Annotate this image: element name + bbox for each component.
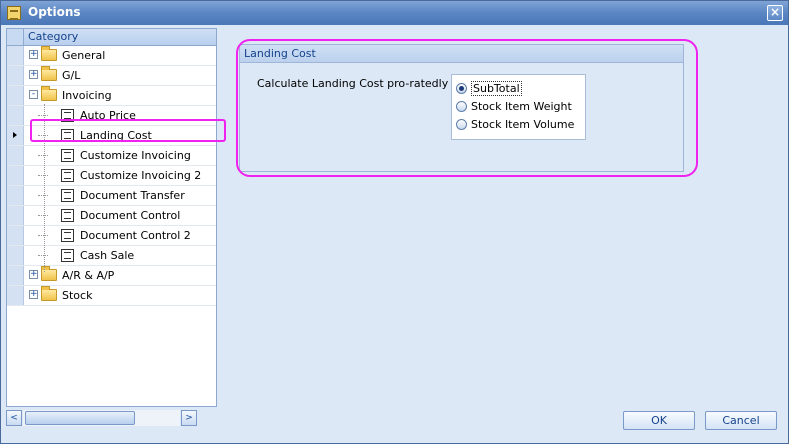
folder-icon xyxy=(41,286,57,301)
ok-button[interactable]: OK xyxy=(623,411,695,430)
row-indicator[interactable] xyxy=(7,106,24,125)
scroll-left-icon[interactable]: < xyxy=(6,410,22,426)
annotation-highlight-group xyxy=(236,39,698,177)
row-indicator[interactable] xyxy=(7,46,24,65)
category-header-label: Category xyxy=(28,30,79,43)
close-icon[interactable]: × xyxy=(767,5,783,21)
page-icon xyxy=(61,189,74,202)
row-indicator[interactable] xyxy=(7,226,24,245)
tree-item-label[interactable]: Invoicing xyxy=(62,89,112,102)
page-icon xyxy=(61,149,74,162)
tree-item-label[interactable]: A/R & A/P xyxy=(62,269,114,282)
tree-item[interactable]: + G/L xyxy=(7,66,216,86)
tree-item[interactable]: + Stock xyxy=(7,286,216,306)
annotation-highlight-tree-item xyxy=(30,119,226,142)
tree-item-label[interactable]: Document Control 2 xyxy=(80,229,191,242)
tree-item-label[interactable]: Document Control xyxy=(80,209,180,222)
category-tree: Category + General + G/L - Invoicing Auto Pric… xyxy=(6,28,217,407)
expand-icon[interactable]: + xyxy=(29,50,38,59)
row-indicator[interactable] xyxy=(7,126,24,145)
row-indicator[interactable] xyxy=(7,186,24,205)
row-indicator[interactable] xyxy=(7,286,24,305)
collapse-icon[interactable]: - xyxy=(29,90,38,99)
tree-item[interactable]: Document Control xyxy=(7,206,216,226)
tree-item-label[interactable]: Document Transfer xyxy=(80,189,185,202)
expand-icon[interactable]: + xyxy=(29,70,38,79)
tree-connector xyxy=(38,155,48,156)
tree-item[interactable]: Cash Sale xyxy=(7,246,216,266)
options-app-icon xyxy=(7,6,21,20)
row-indicator[interactable] xyxy=(7,66,24,85)
tree-item-label[interactable]: G/L xyxy=(62,69,80,82)
tree-item-label[interactable]: Stock xyxy=(62,289,92,302)
page-icon xyxy=(61,169,74,182)
row-indicator[interactable] xyxy=(7,166,24,185)
tree-connector xyxy=(38,255,48,256)
tree-item-label[interactable]: Customize Invoicing 2 xyxy=(80,169,201,182)
page-icon xyxy=(61,209,74,222)
row-indicator[interactable] xyxy=(7,86,24,105)
cancel-button[interactable]: Cancel xyxy=(705,411,777,430)
row-indicator[interactable] xyxy=(7,266,24,285)
category-rows: + General + G/L - Invoicing Auto Price Landing … xyxy=(7,46,216,306)
row-indicator[interactable] xyxy=(7,146,24,165)
options-dialog: Options × Category + General + G/L - Invoicin… xyxy=(0,0,789,444)
tree-connector xyxy=(38,175,48,176)
expand-icon[interactable]: + xyxy=(29,270,38,279)
folder-icon xyxy=(41,66,57,81)
tree-item[interactable]: Customize Invoicing 2 xyxy=(7,166,216,186)
page-icon xyxy=(61,229,74,242)
tree-connector xyxy=(38,215,48,216)
tree-item[interactable]: - Invoicing xyxy=(7,86,216,106)
scroll-thumb[interactable] xyxy=(25,411,135,425)
tree-item[interactable]: Document Control 2 xyxy=(7,226,216,246)
tree-connector xyxy=(38,195,48,196)
row-indicator[interactable] xyxy=(7,246,24,265)
tree-item-label[interactable]: Customize Invoicing xyxy=(80,149,191,162)
tree-item-label[interactable]: General xyxy=(62,49,105,62)
horizontal-scrollbar[interactable]: < > xyxy=(6,410,197,427)
tree-connector xyxy=(38,115,48,116)
tree-connector xyxy=(38,235,48,236)
title-bar: Options × xyxy=(1,1,788,25)
scroll-right-icon[interactable]: > xyxy=(181,410,197,426)
expand-icon[interactable]: + xyxy=(29,290,38,299)
tree-item[interactable]: Document Transfer xyxy=(7,186,216,206)
tree-item[interactable]: Customize Invoicing xyxy=(7,146,216,166)
tree-item[interactable]: + General xyxy=(7,46,216,66)
folder-icon xyxy=(41,86,57,101)
tree-item[interactable]: + A/R & A/P xyxy=(7,266,216,286)
row-indicator-header xyxy=(7,29,24,45)
tree-item-label[interactable]: Cash Sale xyxy=(80,249,134,262)
dialog-body: Category + General + G/L - Invoicing Auto Pric… xyxy=(1,25,788,443)
window-title: Options xyxy=(28,5,81,19)
folder-icon xyxy=(41,46,57,61)
row-indicator[interactable] xyxy=(7,206,24,225)
category-header: Category xyxy=(7,29,216,46)
page-icon xyxy=(61,249,74,262)
